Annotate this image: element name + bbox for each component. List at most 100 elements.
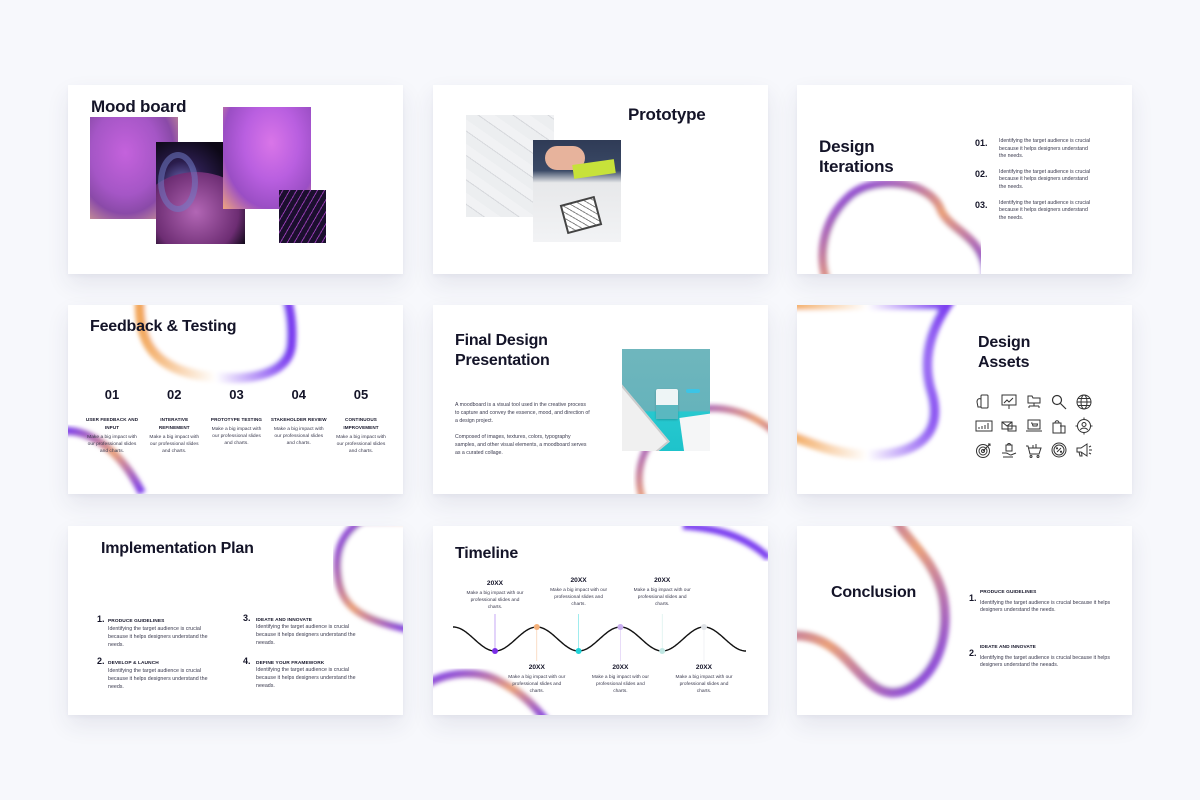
icon-set-grid (975, 393, 1093, 459)
slide-title: Feedback & Testing (90, 318, 237, 335)
timeline-marker (617, 624, 624, 630)
presentation-chart-icon (1000, 393, 1018, 411)
slide-title-line-1: Design (978, 334, 1031, 351)
search-magnifier-icon (1050, 393, 1068, 411)
slide-title: Prototype (628, 105, 706, 124)
gradient-blob (797, 305, 954, 461)
item-text: Identifying the target audience is cruci… (979, 655, 1110, 669)
step-item: 05 CONTINUOUS IMPROVEMENT Make a big imp… (333, 387, 389, 455)
item-heading: DEVELOP & LAUNCH (108, 661, 159, 666)
item-number: 02. (975, 168, 988, 179)
item-number: 2. (969, 648, 977, 658)
slide-title-line-2: Iterations (819, 157, 894, 176)
timeline-description: Make a big impact with our professional … (591, 675, 649, 694)
plan-item: 1. PRODUCE GUIDELINES Identifying the ta… (97, 614, 222, 649)
timeline-event: 20XX Make a big impact with our professio… (507, 664, 567, 695)
feedback-steps: 01 USER FEEDBACK AND INPUT Make a big im… (84, 387, 389, 455)
item-heading: PRODUCE GUIDELINES (108, 619, 165, 624)
step-label: USER FEEDBACK AND INPUT (85, 417, 139, 430)
megaphone-icon (1075, 441, 1093, 459)
item-number: 03. (975, 199, 988, 210)
analytics-screen-icon (975, 417, 993, 435)
timeline-event: 20XX Make a big impact with our professio… (632, 577, 692, 608)
step-item: 03 PROTOTYPE TESTING Make a big impact w… (209, 387, 265, 455)
iteration-item: 02. Identifying the target audience is c… (975, 169, 1105, 192)
item-text: Identifying the target audience is cruci… (108, 626, 208, 648)
slide-title: Conclusion (831, 584, 917, 601)
timeline-year: 20XX (612, 664, 629, 671)
slide-mood-board[interactable]: Mood board (68, 85, 403, 274)
iteration-item: 03. Identifying the target audience is c… (975, 200, 1105, 223)
gradient-blob (797, 526, 950, 698)
timeline-year: 20XX (695, 664, 713, 671)
timeline-description: Make a big impact with our professional … (466, 591, 524, 610)
step-label: INTERATIVE REFINEMENT (158, 417, 190, 430)
step-label: PROTOTYPE TESTING (210, 417, 263, 422)
globe-icon (1075, 393, 1093, 411)
percent-badge-icon (1050, 441, 1068, 459)
folder-network-icon (1025, 393, 1043, 411)
step-number: 01 (104, 387, 120, 402)
slide-conclusion[interactable]: Conclusion 1. PRODUCE GUIDELINES Identif… (797, 526, 1132, 715)
slide-final-design[interactable]: Final Design Presentation A moodboard is… (433, 305, 768, 494)
slide-title: Implementation Plan (101, 540, 254, 557)
plan-item: 2. DEVELOP & LAUNCH Identifying the targ… (97, 656, 222, 691)
timeline-event: 20XX Make a big impact with our professio… (590, 664, 650, 695)
target-user-icon (1075, 417, 1093, 435)
step-desc: Make a big impact with our professional … (273, 427, 324, 446)
step-desc: Make a big impact with our professional … (211, 427, 262, 446)
shopping-basket-icon (1025, 441, 1043, 459)
slide-timeline[interactable]: Timeline 20XX Make a big impact with our … (433, 526, 768, 715)
iteration-list: 01. Identifying the target audience is c… (975, 138, 1105, 222)
timeline-year: 20XX (654, 577, 671, 584)
iteration-item: 01. Identifying the target audience is c… (975, 138, 1105, 161)
description-paragraph-1: A moodboard is a visual tool used in the… (455, 402, 590, 424)
dartboard-target-icon (975, 441, 993, 459)
timeline-event: 20XX Make a big impact with our professio… (549, 577, 609, 608)
conclusion-item: 2. IDEATE AND INNOVATE Identifying the t… (969, 645, 1114, 670)
timeline-description: Make a big impact with our professional … (550, 588, 608, 607)
timeline-event: 20XX Make a big impact with our professio… (674, 664, 734, 695)
step-desc: Make a big impact with our professional … (87, 435, 137, 454)
slide-title-line-1: Design (819, 137, 875, 156)
slide-design-iterations[interactable]: Design Iterations 01. Identifying the ta… (797, 85, 1132, 274)
timeline-year: 20XX (486, 580, 504, 587)
item-text: Identifying the target audience is cruci… (999, 168, 1091, 190)
step-number: 02 (167, 387, 182, 402)
laptop-cart-icon (1025, 417, 1043, 435)
slide-title-line-2: Assets (978, 354, 1030, 371)
timeline-marker (492, 648, 498, 654)
step-desc: Make a big impact with our professional … (336, 435, 386, 454)
timeline-year: 20XX (528, 664, 545, 671)
slide-prototype[interactable]: Prototype (433, 85, 768, 274)
step-number: 05 (353, 387, 369, 402)
conclusion-item: 1. PRODUCE GUIDELINES Identifying the ta… (969, 590, 1114, 615)
slide-title: Mood board (91, 97, 187, 116)
prototyping-hands-image (533, 140, 621, 242)
timeline-marker (701, 624, 707, 630)
plan-item: 4. DEFINE YOUR FRAMEWORK Identifying the… (243, 656, 368, 690)
slide-feedback-testing[interactable]: Feedback & Testing 01 USER FEEDBACK AND … (68, 305, 403, 494)
item-number: 1. (97, 614, 105, 624)
item-heading: PRODUCE GUIDELINES (980, 590, 1037, 595)
item-number: 2. (97, 656, 105, 666)
timeline-marker (659, 648, 666, 654)
item-heading: DEFINE YOUR FRAMEWORK (256, 661, 325, 666)
timeline-year: 20XX (570, 577, 587, 584)
step-label: STAKEHOLDER REVIEW (270, 417, 327, 422)
item-text: Identifying the target audience is cruci… (980, 600, 1111, 614)
gradient-blob (818, 181, 981, 274)
description-paragraph-2: Composed of images, textures, colors, ty… (455, 434, 587, 456)
item-text: Identifying the target audience is cruci… (999, 199, 1091, 221)
timeline-description: Make a big impact with our professional … (508, 675, 566, 694)
step-item: 02 INTERATIVE REFINEMENT Make a big impa… (146, 387, 202, 455)
timeline-event: 20XX Make a big impact with our professio… (465, 580, 525, 611)
item-number: 01. (975, 138, 988, 148)
item-number: 4. (243, 656, 251, 666)
step-number: 04 (291, 387, 306, 402)
slide-design-assets[interactable]: Design Assets (797, 305, 1132, 494)
shopping-bags-icon (1050, 417, 1068, 435)
item-text: Identifying the target audience is cruci… (256, 624, 356, 646)
item-number: 3. (243, 613, 251, 623)
slide-implementation-plan[interactable]: Implementation Plan 1. PRODUCE GUIDELINE… (68, 526, 403, 715)
